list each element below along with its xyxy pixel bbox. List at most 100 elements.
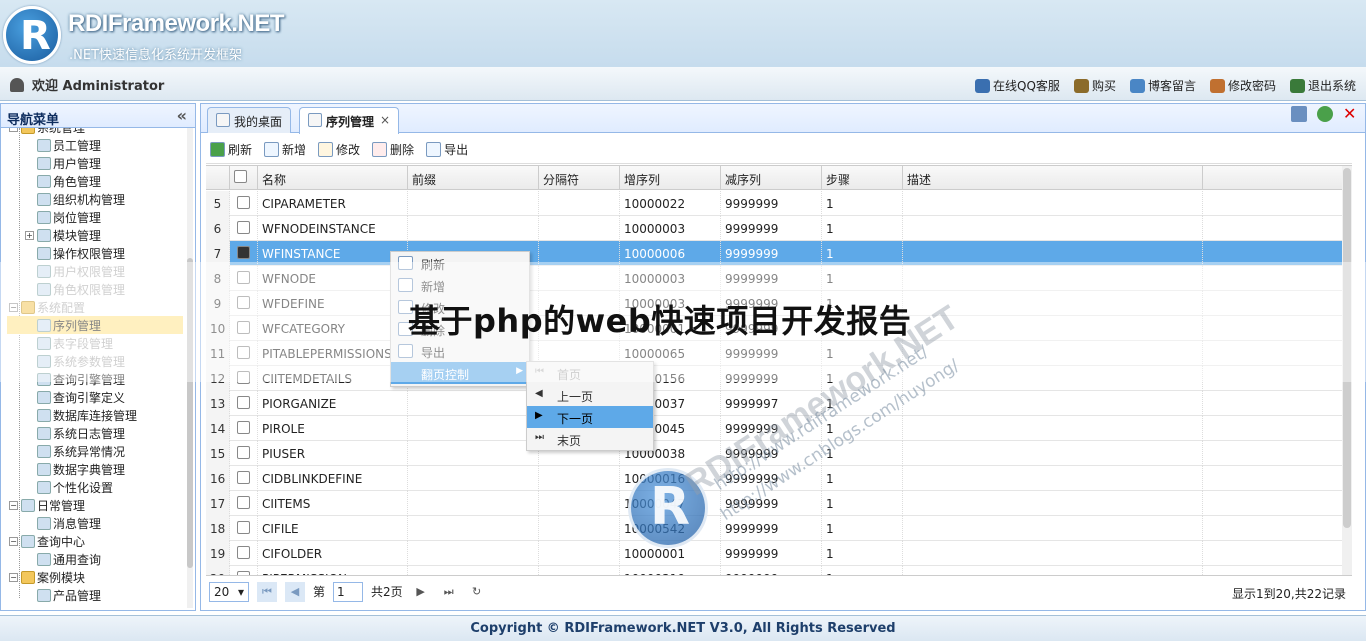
row-checkbox[interactable]: [230, 516, 258, 541]
tab-sequence[interactable]: 序列管理 ×: [299, 107, 400, 134]
record-info: 显示1到20,共22记录: [1232, 587, 1346, 601]
page-size-select[interactable]: 20 ▾: [209, 581, 249, 602]
submenu-item[interactable]: ▶ 下一页: [527, 406, 653, 428]
row-checkbox[interactable]: [230, 541, 258, 566]
collapse-node-icon[interactable]: −: [9, 128, 18, 132]
toolbar-add-button[interactable]: 新增: [264, 141, 306, 158]
nav-item[interactable]: 通用查询: [37, 550, 101, 568]
nav-item-label: 组织机构管理: [53, 192, 126, 207]
nav-item[interactable]: 岗位管理: [37, 208, 101, 226]
cell-dec: 9999999: [721, 566, 822, 575]
grid-column-header[interactable]: 前缀: [408, 166, 539, 190]
row-number: 18: [206, 516, 230, 541]
expand-icon[interactable]: +: [25, 230, 34, 240]
grid-column-header[interactable]: 减序列: [721, 166, 822, 190]
nav-item[interactable]: 组织机构管理: [37, 190, 125, 208]
nav-item[interactable]: 系统日志管理: [37, 424, 125, 442]
row-checkbox[interactable]: [230, 391, 258, 416]
collapse-node-icon[interactable]: −: [9, 536, 18, 546]
nav-item-label: 模块管理: [53, 228, 102, 243]
row-checkbox[interactable]: [230, 216, 258, 241]
top-menu-item[interactable]: 在线QQ客服: [975, 77, 1060, 94]
nav-item[interactable]: + 模块管理: [25, 226, 101, 244]
exit-icon: [1289, 78, 1305, 93]
nav-item[interactable]: − 案例模块: [9, 568, 85, 586]
top-menu-item[interactable]: 博客留言: [1129, 77, 1196, 94]
collapse-node-icon[interactable]: −: [9, 500, 18, 510]
cell-prefix: [408, 541, 539, 566]
row-checkbox[interactable]: [230, 441, 258, 466]
nav-item-label: 查询中心: [37, 534, 86, 549]
row-number: 16: [206, 466, 230, 491]
cell-name: CIPARAMETER: [258, 191, 408, 216]
grid-column-header[interactable]: 描述: [903, 166, 1203, 190]
nav-item[interactable]: 消息管理: [37, 514, 101, 532]
nav-item[interactable]: 个性化设置: [37, 478, 113, 496]
nav-item[interactable]: 系统异常情况: [37, 442, 125, 460]
nav-item[interactable]: 用户管理: [37, 154, 101, 172]
nav-item[interactable]: 员工管理: [37, 136, 101, 154]
toolbar-edit-button[interactable]: 修改: [318, 141, 360, 158]
nav-item[interactable]: 数据库连接管理: [37, 406, 137, 424]
page-input[interactable]: 1: [333, 581, 364, 602]
grid-toolbar: 刷新 新增 修改 删除 导出: [206, 136, 1352, 164]
grid-column-header[interactable]: 增序列: [620, 166, 721, 190]
nav-item[interactable]: − 日常管理: [9, 496, 85, 514]
collapse-icon[interactable]: «: [177, 106, 187, 125]
toolbar-export-button[interactable]: 导出: [426, 141, 468, 158]
nav-item-label: 用户管理: [53, 156, 102, 171]
submenu-item[interactable]: ⏭ 末页: [527, 428, 653, 450]
grid-column-header[interactable]: 分隔符: [539, 166, 620, 190]
toolbar-delete-button[interactable]: 删除: [372, 141, 414, 158]
nav-item[interactable]: 数据字典管理: [37, 460, 125, 478]
prev-page-button[interactable]: ◀: [285, 581, 305, 602]
cell-desc: [903, 191, 1203, 216]
export-icon: [426, 142, 442, 157]
row-checkbox[interactable]: [230, 191, 258, 216]
nav-item[interactable]: 查询引擎定义: [37, 388, 125, 406]
table-row[interactable]: 17CIITEMS1000004799999991: [206, 491, 1352, 516]
nav-item-label: 案例模块: [37, 570, 86, 585]
row-number: 13: [206, 391, 230, 416]
toolbar-label: 修改: [336, 143, 361, 157]
top-menu-item[interactable]: 退出系统: [1289, 77, 1356, 94]
reload-button[interactable]: ↻: [467, 582, 487, 602]
last-page-button[interactable]: ⏭: [439, 582, 459, 602]
select-all-checkbox[interactable]: [230, 166, 258, 190]
cell-dec: 9999999: [721, 216, 822, 241]
nav-item[interactable]: 角色管理: [37, 172, 101, 190]
close-tab-icon[interactable]: ×: [380, 113, 390, 134]
module-icon: [37, 426, 51, 440]
top-menu-item[interactable]: 修改密码: [1209, 77, 1276, 94]
table-row[interactable]: 20 PIPERMISSION 1000031999999991: [206, 566, 1352, 575]
grid-column-header[interactable]: 步骤: [822, 166, 903, 190]
grid-column-header[interactable]: 名称: [258, 166, 408, 190]
nav-item[interactable]: − 查询中心: [9, 532, 85, 550]
first-page-button[interactable]: ⏮: [257, 581, 277, 602]
home-icon[interactable]: [1291, 106, 1307, 122]
cell-desc: [903, 566, 1203, 575]
row-checkbox[interactable]: [230, 566, 258, 575]
next-page-button[interactable]: ▶: [411, 582, 431, 602]
refresh-icon[interactable]: [1317, 106, 1333, 122]
table-row[interactable]: 6 WFNODEINSTANCE 10000003 9999999 1: [206, 216, 1352, 241]
close-icon[interactable]: ✕: [1343, 106, 1359, 122]
top-menu-item[interactable]: 购买: [1073, 77, 1116, 94]
nav-item[interactable]: − 系统管理: [9, 128, 85, 136]
row-checkbox[interactable]: [230, 491, 258, 516]
add-icon: [264, 142, 280, 157]
table-row[interactable]: 18CIFILE1000054299999991: [206, 516, 1352, 541]
cell-desc: [903, 516, 1203, 541]
submenu-item[interactable]: ◀ 上一页: [527, 384, 653, 406]
top-menu-label: 博客留言: [1147, 79, 1196, 93]
nav-item[interactable]: 产品管理: [37, 586, 101, 604]
nav-item[interactable]: 操作权限管理: [37, 244, 125, 262]
page-total: 共2页: [371, 585, 403, 599]
row-checkbox[interactable]: [230, 466, 258, 491]
row-checkbox[interactable]: [230, 416, 258, 441]
collapse-node-icon[interactable]: −: [9, 572, 18, 582]
table-row[interactable]: 5 CIPARAMETER 10000022 9999999 1: [206, 191, 1352, 216]
tab-desktop[interactable]: 我的桌面: [207, 107, 292, 133]
table-row[interactable]: 19 CIFOLDER 10000001 9999999 1: [206, 541, 1352, 566]
toolbar-refresh-button[interactable]: 刷新: [210, 141, 252, 158]
